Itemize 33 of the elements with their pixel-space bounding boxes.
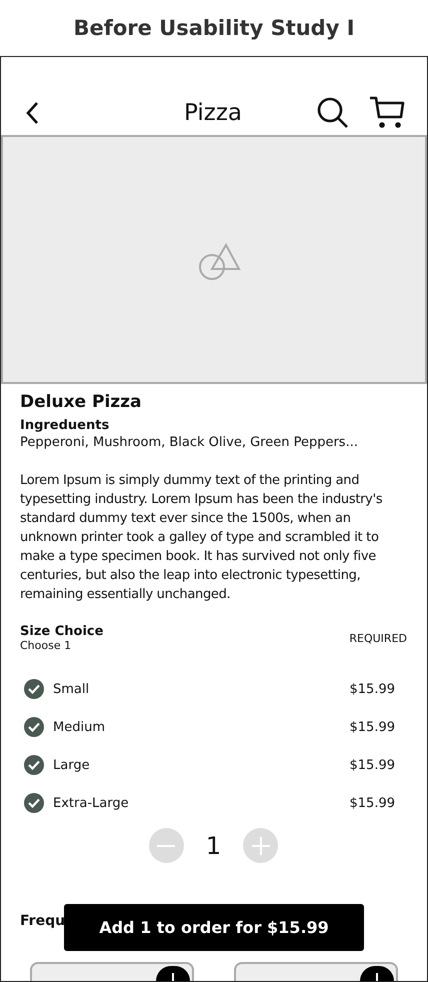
check-icon[interactable] <box>24 755 44 775</box>
required-label: REQUIRED <box>349 632 407 644</box>
cart-icon[interactable] <box>369 96 405 130</box>
search-icon[interactable] <box>317 97 349 129</box>
ingredients-label: Ingreduents <box>20 418 110 433</box>
page-title: Before Usability Study I <box>72 15 356 42</box>
size-option-label: Large <box>53 758 91 772</box>
size-option-price: $15.99 <box>350 796 395 810</box>
description-text: Lorem Ipsum is simply dummy text of the printing and typesetting industry. Lorem Ipsum has been the industry's standard dummy text ever since the 1500s, when an unknown printer took a galley of type and scrambled it to make a type specimen book. It has survived not only five centuries, but also the leap into electronic typesetting, remaining essentially unchanged. <box>20 472 384 604</box>
size-option-price: $15.99 <box>350 720 395 734</box>
size-choice-title: Size Choice <box>20 624 104 639</box>
section-heading: Frequ <box>20 913 66 929</box>
size-option-price: $15.99 <box>350 758 395 772</box>
size-option-price: $15.99 <box>350 682 395 696</box>
size-option-label: Extra-Large <box>53 796 130 810</box>
check-icon[interactable] <box>24 679 44 699</box>
header-title: Pizza <box>183 100 243 126</box>
size-option-label: Medium <box>53 720 106 734</box>
quantity-value: 1 <box>206 832 222 860</box>
back-icon[interactable] <box>25 101 39 125</box>
minus-icon <box>157 844 176 848</box>
item-card[interactable] <box>234 962 398 981</box>
ingredients-text: Pepperoni, Mushroom, Black Olive, Green Peppers... <box>20 434 359 452</box>
add-to-order-button[interactable]: Add 1 to order for $15.99 <box>64 904 364 951</box>
product-name: Deluxe Pizza <box>20 392 143 412</box>
size-option-label: Small <box>53 682 90 696</box>
image-placeholder-icon <box>199 242 241 280</box>
add-item-button[interactable] <box>360 966 394 981</box>
check-icon[interactable] <box>24 717 44 737</box>
add-item-button[interactable] <box>156 966 190 981</box>
item-card[interactable] <box>30 962 194 981</box>
size-choice-subtitle: Choose 1 <box>20 639 72 652</box>
check-icon[interactable] <box>24 793 44 813</box>
